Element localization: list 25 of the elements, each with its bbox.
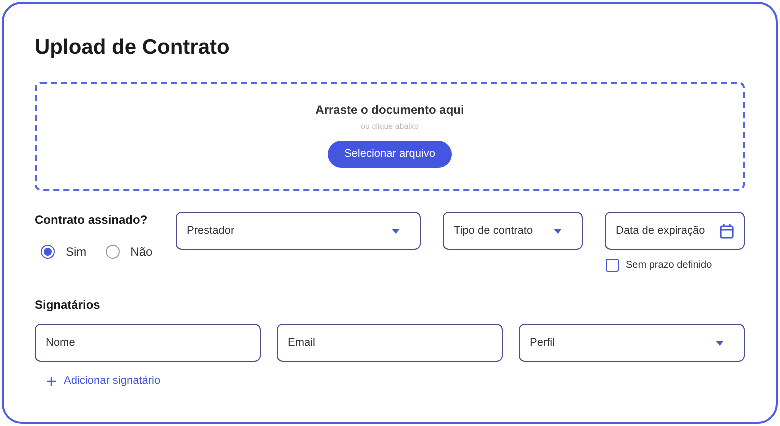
radio-button[interactable] (41, 245, 55, 259)
dropdown-field[interactable]: Tipo de contrato (443, 212, 583, 250)
caret-icon (392, 228, 400, 234)
section-heading: Signatários (35, 297, 102, 314)
select-file-button[interactable]: Selecionar arquivo (328, 141, 452, 168)
drop-hint: ou clique abaixo (361, 121, 419, 133)
date-field[interactable]: Data de expiração (605, 212, 745, 250)
text-field[interactable]: Nome (35, 324, 261, 362)
calendar-icon (720, 224, 734, 238)
caret-icon (554, 228, 562, 234)
drop-zone[interactable]: Arraste o documento aqui ou clique abaixo Selecionar arquivo (35, 82, 745, 191)
dropdown-field[interactable]: Perfil (519, 324, 745, 362)
dropdown-field[interactable]: Prestador (176, 212, 421, 250)
page-title: Upload de Contrato (35, 35, 231, 61)
radio-button[interactable] (106, 245, 120, 259)
radio-label: Sim (66, 244, 87, 261)
plus-icon (47, 376, 56, 386)
signed-label: Contrato assinado? (35, 212, 149, 229)
checkbox[interactable] (606, 259, 619, 272)
text-field[interactable]: Email (277, 324, 503, 362)
add-signatory-link[interactable]: Adicionar signatário (47, 373, 161, 390)
checkbox-label: Sem prazo definido (626, 259, 712, 273)
radio-label: Não (130, 244, 153, 261)
drop-heading: Arraste o documento aqui (316, 102, 464, 118)
caret-icon (716, 340, 724, 346)
